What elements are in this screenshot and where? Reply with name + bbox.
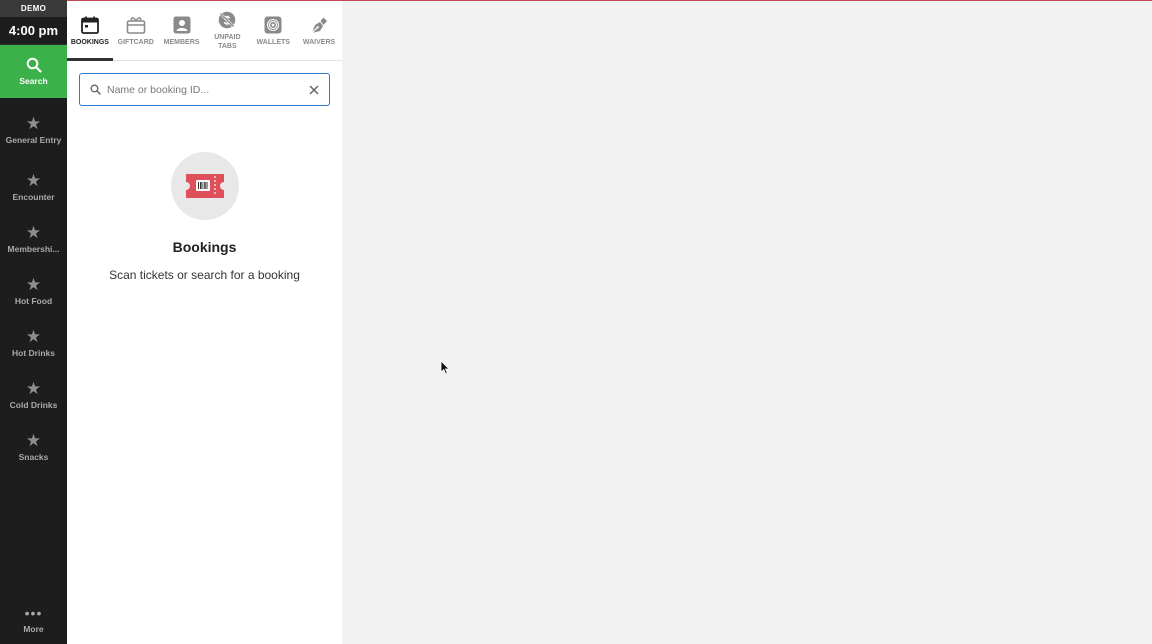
- sidebar-item-cold-drinks[interactable]: ★ Cold Drinks: [0, 369, 67, 421]
- tab-label: WAIVERS: [302, 38, 336, 46]
- tab-label: BOOKINGS: [70, 38, 109, 46]
- giftcard-icon: [126, 16, 146, 34]
- more-dots-icon: •••: [24, 605, 43, 621]
- empty-state-title: Bookings: [172, 239, 237, 255]
- tab-label: UNPAID TABS: [214, 34, 241, 50]
- clock: 4:00 pm: [0, 17, 67, 45]
- brand-label: DEMO: [0, 0, 67, 17]
- star-icon: ★: [25, 223, 42, 242]
- sidebar-item-label: Hot Drinks: [12, 348, 55, 358]
- tab-label: WALLETS: [256, 38, 290, 46]
- ticket-icon: [185, 174, 224, 198]
- booking-search-input[interactable]: [107, 83, 309, 96]
- sidebar-item-search[interactable]: Search: [0, 45, 67, 98]
- sidebar-item-label: Hot Food: [14, 296, 53, 306]
- sidebar-item-label: Search: [19, 76, 48, 86]
- mouse-cursor-icon: [440, 360, 450, 375]
- tab-members[interactable]: MEMBERS: [159, 1, 205, 60]
- sidebar-item-hot-drinks[interactable]: ★ Hot Drinks: [0, 317, 67, 369]
- tab-waivers[interactable]: WAIVERS: [296, 1, 342, 60]
- sidebar-item-snacks[interactable]: ★ Snacks: [0, 421, 67, 473]
- sidebar-item-label: Membershi...: [7, 244, 60, 254]
- sidebar-item-more[interactable]: ••• More: [0, 599, 67, 644]
- star-icon: ★: [25, 327, 42, 346]
- unpaid-tabs-icon: $: [219, 11, 236, 29]
- tab-label: GIFTCARD: [117, 38, 154, 46]
- sidebar-item-hot-food[interactable]: ★ Hot Food: [0, 265, 67, 317]
- lookup-tabs: BOOKINGS GIFTCARD MEMBERS $: [67, 1, 342, 61]
- sidebar-item-label: General Entry: [5, 134, 62, 145]
- wallet-icon: [264, 16, 282, 33]
- search-icon: [90, 84, 101, 95]
- booking-search-box: [79, 73, 330, 106]
- star-icon: ★: [25, 431, 42, 450]
- sidebar-item-label: Encounter: [12, 192, 55, 202]
- empty-state-subtitle: Scan tickets or search for a booking: [109, 268, 300, 282]
- sidebar-item-label: More: [23, 624, 44, 634]
- star-icon: ★: [25, 113, 42, 133]
- member-icon: [173, 16, 191, 33]
- star-icon: ★: [25, 275, 42, 294]
- bookings-empty-state: Bookings Scan tickets or search for a bo…: [67, 152, 342, 282]
- tab-wallets[interactable]: WALLETS: [250, 1, 296, 60]
- sidebar-item-label: Snacks: [18, 452, 49, 462]
- sidebar-item-general-entry[interactable]: ★ General Entry: [0, 98, 67, 161]
- calendar-icon: [81, 16, 99, 34]
- search-icon: [26, 57, 42, 73]
- sidebar-item-encounter[interactable]: ★ Encounter: [0, 161, 67, 213]
- tab-label: MEMBERS: [163, 38, 200, 46]
- star-icon: ★: [25, 379, 42, 398]
- tab-unpaid-tabs[interactable]: $ UNPAID TABS: [204, 1, 250, 60]
- sidebar-item-label: Cold Drinks: [9, 400, 58, 410]
- lookup-panel: BOOKINGS GIFTCARD MEMBERS $: [67, 1, 342, 644]
- main-sidebar: DEMO 4:00 pm Search ★ General Entry ★ En…: [0, 0, 67, 644]
- clear-icon[interactable]: [309, 84, 319, 95]
- tab-bookings[interactable]: BOOKINGS: [67, 1, 113, 61]
- tab-giftcard[interactable]: GIFTCARD: [113, 1, 159, 60]
- star-icon: ★: [25, 171, 42, 190]
- pen-icon: [311, 17, 328, 33]
- sidebar-item-memberships[interactable]: ★ Membershi...: [0, 213, 67, 265]
- ticket-illustration: [170, 152, 239, 220]
